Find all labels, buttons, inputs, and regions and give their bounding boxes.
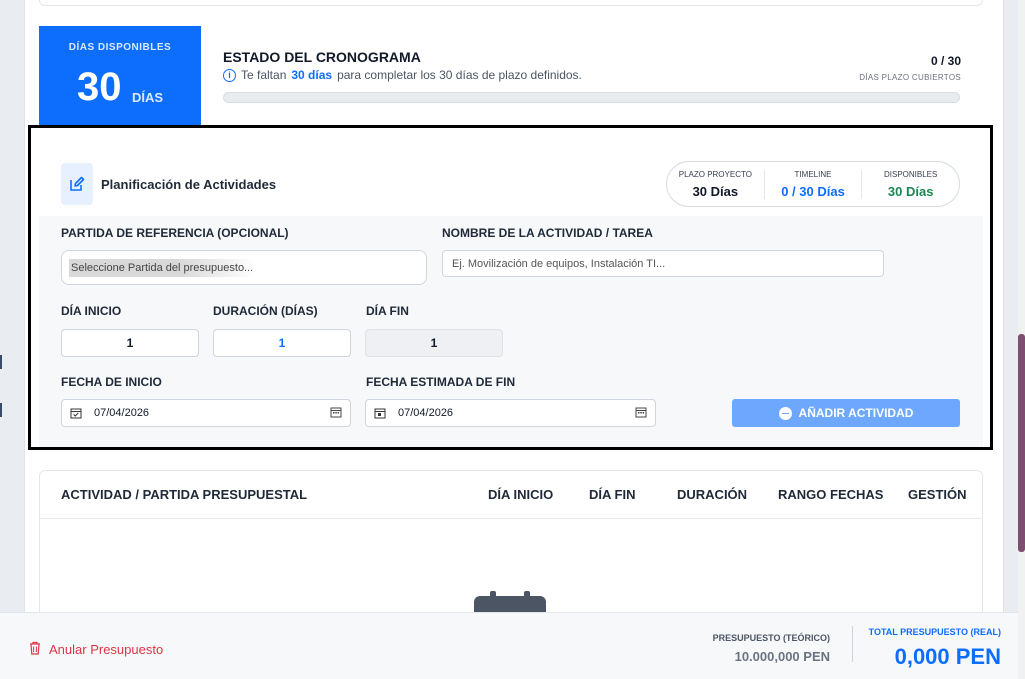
edge-marker [0, 403, 2, 417]
total-budget-label: TOTAL PRESUPUESTO (REAL) [868, 627, 1001, 637]
column-header-activity: ACTIVIDAD / PARTIDA PRESUPUESTAL [61, 487, 308, 502]
stat-label: TIMELINE [794, 169, 832, 179]
project-stats-pill: PLAZO PROYECTO 30 Días TIMELINE 0 / 30 D… [666, 161, 960, 207]
total-budget-value: 0,000 PEN [894, 644, 1001, 669]
planning-title: Planificación de Actividades [101, 177, 277, 192]
duration-label: DURACIÓN (DÍAS) [213, 304, 318, 318]
start-date-value: 07/04/2026 [94, 407, 150, 419]
theoretical-budget-label: PRESUPUESTO (TEÓRICO) [712, 633, 830, 643]
available-days-value: 30 [77, 65, 122, 109]
stat-available: DISPONIBLES 30 Días [861, 169, 959, 199]
info-prefix: Te faltan [241, 68, 287, 82]
plus-circle-icon [778, 406, 792, 420]
task-name-label: NOMBRE DE LA ACTIVIDAD / TAREA [442, 226, 653, 240]
end-day-readonly: 1 [365, 329, 503, 357]
column-header-date-range: RANGO FECHAS [778, 487, 884, 502]
start-date-input[interactable]: 07/04/2026 [61, 399, 351, 427]
cancel-budget-button[interactable]: Anular Presupuesto [29, 641, 163, 658]
trash-icon [29, 641, 41, 658]
schedule-progress-bar [223, 92, 960, 103]
duration-input[interactable]: 1 [213, 329, 351, 357]
calendar-picker-icon[interactable] [330, 406, 342, 421]
add-activity-button[interactable]: AÑADIR ACTIVIDAD [732, 399, 960, 427]
column-header-management: GESTIÓN [908, 487, 967, 502]
partida-select[interactable]: Seleccione Partida del presupuesto... [61, 250, 427, 285]
info-highlight: 30 días [291, 68, 333, 82]
theoretical-budget-value: 10.000,000 PEN [734, 649, 830, 664]
stat-label: PLAZO PROYECTO [678, 169, 752, 179]
task-name-input[interactable]: Ej. Movilización de equipos, Instalación… [442, 250, 884, 277]
available-days-unit: DÍAS [132, 90, 164, 105]
available-days-label: DÍAS DISPONIBLES [68, 42, 172, 53]
edge-marker [0, 355, 2, 369]
previous-card-edge [39, 0, 983, 6]
end-date-input[interactable]: 07/04/2026 [365, 399, 656, 427]
calendar-picker-icon[interactable] [635, 406, 647, 421]
stat-timeline: TIMELINE 0 / 30 Días [763, 169, 862, 199]
partida-label: PARTIDA DE REFERENCIA (OPCIONAL) [61, 226, 289, 240]
table-header-divider [39, 518, 983, 519]
calendar-check-icon [70, 407, 82, 419]
add-activity-label: AÑADIR ACTIVIDAD [798, 406, 914, 420]
end-date-label: FECHA ESTIMADA DE FIN [366, 375, 516, 389]
stat-value: 30 Días [887, 183, 934, 199]
calendar-x-icon [374, 407, 386, 419]
end-day-label: DÍA FIN [366, 304, 409, 318]
column-header-duration: DURACIÓN [677, 487, 748, 502]
start-day-label: DÍA INICIO [61, 304, 122, 318]
start-day-input[interactable]: 1 [61, 329, 199, 357]
info-suffix: para completar los 30 días de plazo defi… [337, 68, 582, 82]
stat-value: 0 / 30 Días [781, 183, 845, 199]
stat-project-term: PLAZO PROYECTO 30 Días [667, 170, 764, 199]
partida-select-value: Seleccione Partida del presupuesto... [69, 258, 256, 277]
info-icon: i [223, 68, 236, 82]
end-date-value: 07/04/2026 [398, 407, 454, 419]
column-header-end-day: DÍA FIN [589, 487, 636, 502]
schedule-status-info: i Te faltan 30 días para completar los 3… [223, 68, 582, 82]
coverage-counter: 0 / 30 [930, 54, 961, 68]
stat-value: 30 Días [692, 183, 739, 199]
coverage-label: DÍAS PLAZO CUBIERTOS [859, 73, 961, 82]
available-days-card: DÍAS DISPONIBLES 30 DÍAS [39, 26, 201, 125]
schedule-status-title: ESTADO DEL CRONOGRAMA [223, 49, 421, 65]
footer-divider [852, 626, 853, 662]
start-date-label: FECHA DE INICIO [61, 375, 162, 389]
stat-label: DISPONIBLES [884, 169, 938, 179]
scrollbar-thumb[interactable] [1018, 334, 1025, 552]
edit-icon [61, 163, 93, 205]
column-header-start-day: DÍA INICIO [488, 487, 554, 502]
cancel-budget-label: Anular Presupuesto [49, 642, 164, 657]
